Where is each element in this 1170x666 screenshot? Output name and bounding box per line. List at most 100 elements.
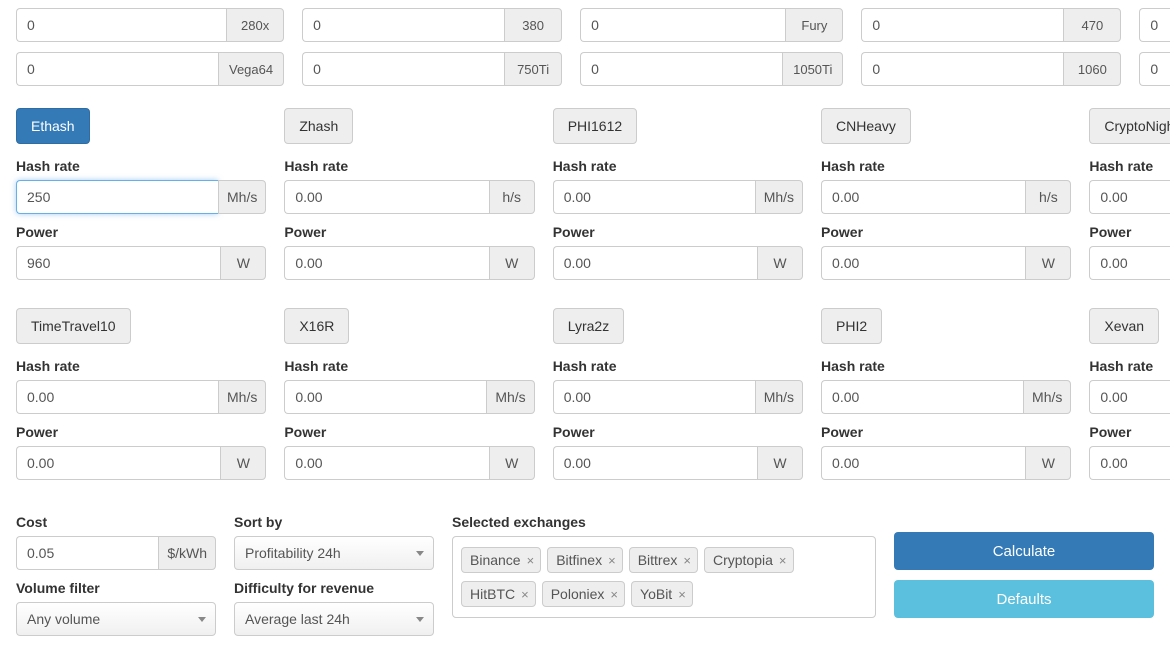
algo-card-cnheavy: CNHeavyHash rateh/sPowerW	[821, 108, 1071, 290]
cost-unit: $/kWh	[158, 536, 216, 570]
hash-rate-label: Hash rate	[1089, 158, 1170, 174]
gpu-count-input[interactable]	[1139, 52, 1170, 86]
gpu-preset-480: 480	[1139, 8, 1170, 42]
power-input[interactable]	[1089, 246, 1170, 280]
gpu-preset-1070: 1070	[1139, 52, 1170, 86]
gpu-count-input[interactable]	[302, 8, 504, 42]
gpu-count-input[interactable]	[580, 8, 785, 42]
hash-rate-input[interactable]	[553, 380, 755, 414]
exchange-tag[interactable]: Binance ×	[461, 547, 541, 573]
power-input[interactable]	[284, 446, 488, 480]
exchange-tag-label: HitBTC	[470, 586, 515, 602]
exchange-tag[interactable]: YoBit×	[631, 581, 693, 607]
gpu-count-input[interactable]	[861, 52, 1063, 86]
algo-button-cryptonightv7[interactable]: CryptoNightV7	[1089, 108, 1170, 144]
power-input[interactable]	[821, 246, 1025, 280]
gpu-count-input[interactable]	[580, 52, 782, 86]
hash-rate-unit: Mh/s	[218, 380, 266, 414]
hash-rate-input[interactable]	[553, 180, 755, 214]
hash-rate-unit: Mh/s	[755, 180, 803, 214]
algo-button-ethash[interactable]: Ethash	[16, 108, 90, 144]
volume-filter-label: Volume filter	[16, 580, 216, 596]
hash-rate-label: Hash rate	[1089, 358, 1170, 374]
power-input[interactable]	[16, 446, 220, 480]
exchange-tag[interactable]: HitBTC ×	[461, 581, 536, 607]
power-unit: W	[1025, 446, 1071, 480]
power-label: Power	[1089, 424, 1170, 440]
hash-rate-input[interactable]	[16, 180, 218, 214]
exchange-tag[interactable]: Poloniex ×	[542, 581, 625, 607]
power-input[interactable]	[16, 246, 220, 280]
power-input[interactable]	[284, 246, 488, 280]
hash-rate-input[interactable]	[821, 180, 1025, 214]
gpu-model-label: Fury	[785, 8, 843, 42]
algo-button-phi2[interactable]: PHI2	[821, 308, 882, 344]
gpu-count-input[interactable]	[302, 52, 504, 86]
power-unit: W	[489, 446, 535, 480]
hash-rate-input[interactable]	[284, 180, 488, 214]
close-icon[interactable]: ×	[683, 553, 691, 568]
gpu-model-label: Vega64	[218, 52, 284, 86]
algo-button-zhash[interactable]: Zhash	[284, 108, 353, 144]
power-input[interactable]	[553, 446, 757, 480]
algo-button-timetravel10[interactable]: TimeTravel10	[16, 308, 131, 344]
power-input[interactable]	[1089, 446, 1170, 480]
defaults-button[interactable]: Defaults	[894, 580, 1154, 618]
exchange-tag[interactable]: Bittrex ×	[629, 547, 698, 573]
gpu-count-input[interactable]	[16, 52, 218, 86]
selected-exchanges-label: Selected exchanges	[452, 514, 876, 530]
hash-rate-input[interactable]	[284, 380, 486, 414]
power-input[interactable]	[821, 446, 1025, 480]
close-icon[interactable]: ×	[610, 587, 618, 602]
gpu-count-input[interactable]	[861, 8, 1063, 42]
hash-rate-input[interactable]	[1089, 180, 1170, 214]
hash-rate-unit: h/s	[1025, 180, 1071, 214]
power-label: Power	[821, 424, 1071, 440]
algo-button-xevan[interactable]: Xevan	[1089, 308, 1159, 344]
close-icon[interactable]: ×	[521, 587, 529, 602]
power-unit: W	[489, 246, 535, 280]
hash-rate-input[interactable]	[1089, 380, 1170, 414]
hash-rate-input[interactable]	[821, 380, 1023, 414]
algo-card-timetravel10: TimeTravel10Hash rateMh/sPowerW	[16, 308, 266, 490]
algo-button-x16r[interactable]: X16R	[284, 308, 349, 344]
algo-button-phi1612[interactable]: PHI1612	[553, 108, 637, 144]
close-icon[interactable]: ×	[779, 553, 787, 568]
exchange-tag-label: Binance	[470, 552, 521, 568]
gpu-model-label: 1060	[1063, 52, 1121, 86]
power-input[interactable]	[553, 246, 757, 280]
calculate-button[interactable]: Calculate	[894, 532, 1154, 570]
close-icon[interactable]: ×	[678, 587, 686, 602]
algo-card-cryptonightv7: CryptoNightV7Hash rateh/sPowerW	[1089, 108, 1170, 290]
hash-rate-label: Hash rate	[16, 158, 266, 174]
exchange-tag[interactable]: Bitfinex ×	[547, 547, 623, 573]
algo-button-cnheavy[interactable]: CNHeavy	[821, 108, 911, 144]
hash-rate-input[interactable]	[16, 380, 218, 414]
cost-input[interactable]	[16, 536, 158, 570]
algo-button-lyra2z[interactable]: Lyra2z	[553, 308, 625, 344]
hash-rate-unit: Mh/s	[1023, 380, 1071, 414]
gpu-preset-380: 380	[302, 8, 562, 42]
algo-card-phi1612: PHI1612Hash rateMh/sPowerW	[553, 108, 803, 290]
algo-card-ethash: EthashHash rateMh/sPowerW	[16, 108, 266, 290]
gpu-preset-1060: 1060	[861, 52, 1121, 86]
selected-exchanges-box[interactable]: Binance×Bitfinex×Bittrex×Cryptopia×HitBT…	[452, 536, 876, 618]
gpu-count-input[interactable]	[16, 8, 226, 42]
close-icon[interactable]: ×	[527, 553, 535, 568]
exchange-tag-label: Poloniex	[551, 586, 605, 602]
sort-by-select[interactable]: Profitability 24h	[234, 536, 434, 570]
hash-rate-label: Hash rate	[16, 358, 266, 374]
exchange-tag-label: Bittrex	[638, 552, 678, 568]
power-unit: W	[220, 446, 266, 480]
exchange-tag[interactable]: Cryptopia×	[704, 547, 794, 573]
gpu-model-label: 280x	[226, 8, 284, 42]
volume-filter-select[interactable]: Any volume	[16, 602, 216, 636]
close-icon[interactable]: ×	[608, 553, 616, 568]
exchange-tag-label: Bitfinex	[556, 552, 602, 568]
power-unit: W	[220, 246, 266, 280]
gpu-count-input[interactable]	[1139, 8, 1170, 42]
hash-rate-unit: Mh/s	[755, 380, 803, 414]
hash-rate-label: Hash rate	[284, 158, 534, 174]
power-label: Power	[821, 224, 1071, 240]
difficulty-select[interactable]: Average last 24h	[234, 602, 434, 636]
